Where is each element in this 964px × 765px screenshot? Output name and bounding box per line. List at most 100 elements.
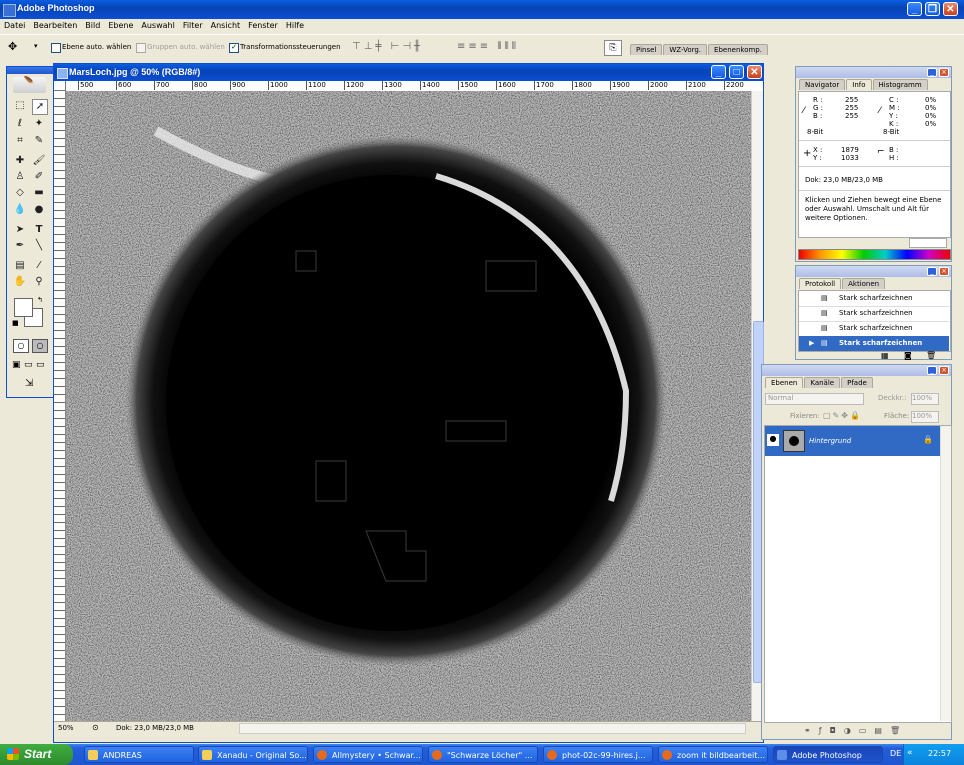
- adobe-online-icon[interactable]: 🪶: [13, 77, 46, 93]
- info-panel-close-button[interactable]: ×: [939, 68, 949, 77]
- horizontal-scrollbar[interactable]: [239, 723, 746, 734]
- delete-state-icon[interactable]: 🗑: [926, 351, 936, 360]
- history-panel-close-button[interactable]: ×: [939, 267, 949, 276]
- foreground-color-swatch[interactable]: [14, 298, 33, 317]
- menu-item-datei[interactable]: Datei: [0, 19, 29, 33]
- tab-info[interactable]: Info: [846, 79, 872, 90]
- document-maximize-button[interactable]: □: [729, 65, 744, 79]
- tray-expand-icon[interactable]: «: [907, 748, 913, 758]
- jump-to-imageready-icon[interactable]: ⇲: [25, 378, 33, 389]
- vertical-ruler[interactable]: [54, 91, 66, 721]
- document-close-button[interactable]: ✕: [747, 65, 762, 79]
- palette-well-tab-tool-presets[interactable]: WZ-Vorg.: [663, 44, 708, 55]
- brush-tool-icon[interactable]: 🖌: [32, 154, 46, 168]
- tab-histogram[interactable]: Histogramm: [872, 79, 928, 90]
- gradient-tool-icon[interactable]: ▬: [32, 186, 46, 200]
- layer-visibility-eye-icon[interactable]: ●: [767, 434, 779, 446]
- minimize-button[interactable]: _: [907, 2, 922, 16]
- type-tool-icon[interactable]: T: [32, 223, 46, 237]
- dodge-tool-icon[interactable]: ●: [32, 203, 46, 217]
- crop-tool-icon[interactable]: ⌗: [13, 134, 27, 148]
- taskbar-item-schwarze-loecher[interactable]: "Schwarze Löcher" ...: [428, 746, 538, 763]
- lock-icons[interactable]: ▢✎✥🔒: [823, 411, 862, 420]
- start-button[interactable]: Start: [0, 744, 73, 765]
- list-item[interactable]: ▤ Stark scharfzeichnen: [799, 321, 949, 337]
- menu-item-fenster[interactable]: Fenster: [244, 19, 282, 33]
- transform-controls-checkbox[interactable]: ✓: [229, 43, 239, 53]
- palette-well-tab-brushes[interactable]: Pinsel: [630, 44, 663, 55]
- fill-field[interactable]: 100%: [911, 411, 939, 423]
- layer-name[interactable]: Hintergrund: [809, 437, 851, 445]
- clone-stamp-tool-icon[interactable]: ♙: [13, 170, 27, 184]
- palette-well-tab-layer-comps[interactable]: Ebenenkomp.: [708, 44, 768, 55]
- screen-mode-standard-icon[interactable]: ▣: [12, 360, 21, 370]
- tab-paths[interactable]: Pfade: [841, 377, 873, 388]
- menu-item-auswahl[interactable]: Auswahl: [137, 19, 178, 33]
- status-menu-icon[interactable]: ⊙: [92, 723, 99, 732]
- lasso-tool-icon[interactable]: ℓ: [13, 117, 27, 131]
- swap-colors-icon[interactable]: ↰: [37, 296, 43, 304]
- close-button[interactable]: ✕: [943, 2, 958, 16]
- info-panel-minimize-button[interactable]: _: [927, 68, 937, 77]
- pen-tool-icon[interactable]: ✒: [13, 239, 27, 253]
- taskbar-item-allmystery[interactable]: Allmystery • Schwar...: [313, 746, 423, 763]
- path-selection-tool-icon[interactable]: ➤: [13, 223, 27, 237]
- menu-item-ansicht[interactable]: Ansicht: [207, 19, 245, 33]
- list-item[interactable]: ▤ Stark scharfzeichnen: [799, 306, 949, 322]
- distribute-icons[interactable]: ≡≡≡ ⫴⫴⫴: [457, 41, 519, 52]
- tab-history[interactable]: Protokoll: [799, 278, 842, 289]
- eraser-tool-icon[interactable]: ◇: [13, 186, 27, 200]
- menu-item-filter[interactable]: Filter: [179, 19, 207, 33]
- screen-mode-full-icon[interactable]: ▭: [36, 360, 45, 370]
- notes-tool-icon[interactable]: ▤: [13, 259, 27, 273]
- history-brush-tool-icon[interactable]: ✐: [32, 170, 46, 184]
- blur-tool-icon[interactable]: 💧: [13, 203, 27, 217]
- auto-select-layer-checkbox[interactable]: [51, 43, 61, 53]
- hand-tool-icon[interactable]: ✋: [13, 275, 27, 289]
- align-icons[interactable]: ⊤⊥╪ ⊢⊣╫: [352, 41, 423, 52]
- list-item-selected[interactable]: ▶ ▤ Stark scharfzeichnen: [799, 336, 949, 351]
- color-spectrum-bar[interactable]: [798, 249, 951, 260]
- layers-panel-minimize-button[interactable]: _: [927, 366, 937, 375]
- zoom-level[interactable]: 50%: [58, 724, 74, 732]
- new-document-from-state-icon[interactable]: ▦: [881, 351, 889, 360]
- history-panel-minimize-button[interactable]: _: [927, 267, 937, 276]
- tab-layers[interactable]: Ebenen: [765, 377, 804, 388]
- menu-item-bearbeiten[interactable]: Bearbeiten: [29, 19, 81, 33]
- layer-row-background[interactable]: ● Hintergrund 🔒: [765, 426, 940, 456]
- eyedropper-tool-icon[interactable]: ⁄: [32, 259, 46, 273]
- tab-channels[interactable]: Kanäle: [804, 377, 841, 388]
- taskbar-item-phot-hires[interactable]: phot-02c-99-hires.j...: [543, 746, 653, 763]
- taskbar-item-xanadu[interactable]: Xanadu - Original So...: [198, 746, 308, 763]
- layers-scrollbar[interactable]: [940, 426, 951, 721]
- restore-button[interactable]: ❐: [925, 2, 940, 16]
- palette-well-icon[interactable]: ⎘: [604, 40, 622, 56]
- standard-mode-icon[interactable]: ○: [13, 339, 29, 353]
- magic-wand-tool-icon[interactable]: ✦: [32, 117, 46, 131]
- list-item[interactable]: ▤ Stark scharfzeichnen: [799, 291, 949, 307]
- default-colors-icon[interactable]: ■: [12, 319, 19, 327]
- blend-mode-select[interactable]: Normal: [765, 393, 864, 405]
- language-indicator[interactable]: DE: [890, 749, 901, 758]
- tab-actions[interactable]: Aktionen: [842, 278, 886, 289]
- image-canvas[interactable]: [66, 91, 751, 721]
- taskbar-item-zoom-it[interactable]: zoom it bildbearbeit...: [658, 746, 768, 763]
- auto-select-groups-checkbox[interactable]: [136, 43, 146, 53]
- tool-preset-chevron-icon[interactable]: ▾: [34, 42, 38, 50]
- move-tool-icon[interactable]: ✥: [8, 40, 17, 53]
- marquee-tool-icon[interactable]: ⬚: [13, 99, 27, 113]
- screen-mode-menu-icon[interactable]: ▭: [24, 360, 33, 370]
- quick-mask-mode-icon[interactable]: ○: [32, 339, 48, 353]
- healing-brush-tool-icon[interactable]: ✚: [13, 154, 27, 168]
- line-tool-icon[interactable]: ╲: [32, 239, 46, 253]
- layers-panel-close-button[interactable]: ×: [939, 366, 949, 375]
- opacity-field[interactable]: 100%: [911, 393, 939, 405]
- menu-item-hilfe[interactable]: Hilfe: [282, 19, 308, 33]
- layers-footer-icons[interactable]: ⚭ƒ◘◑▭▤🗑: [804, 726, 908, 735]
- new-snapshot-icon[interactable]: ◙: [904, 351, 912, 360]
- tab-navigator[interactable]: Navigator: [799, 79, 846, 90]
- ruler-origin[interactable]: [54, 81, 66, 91]
- zoom-tool-icon[interactable]: ⚲: [32, 275, 46, 289]
- slice-tool-icon[interactable]: ✎: [32, 134, 46, 148]
- document-minimize-button[interactable]: _: [711, 65, 726, 79]
